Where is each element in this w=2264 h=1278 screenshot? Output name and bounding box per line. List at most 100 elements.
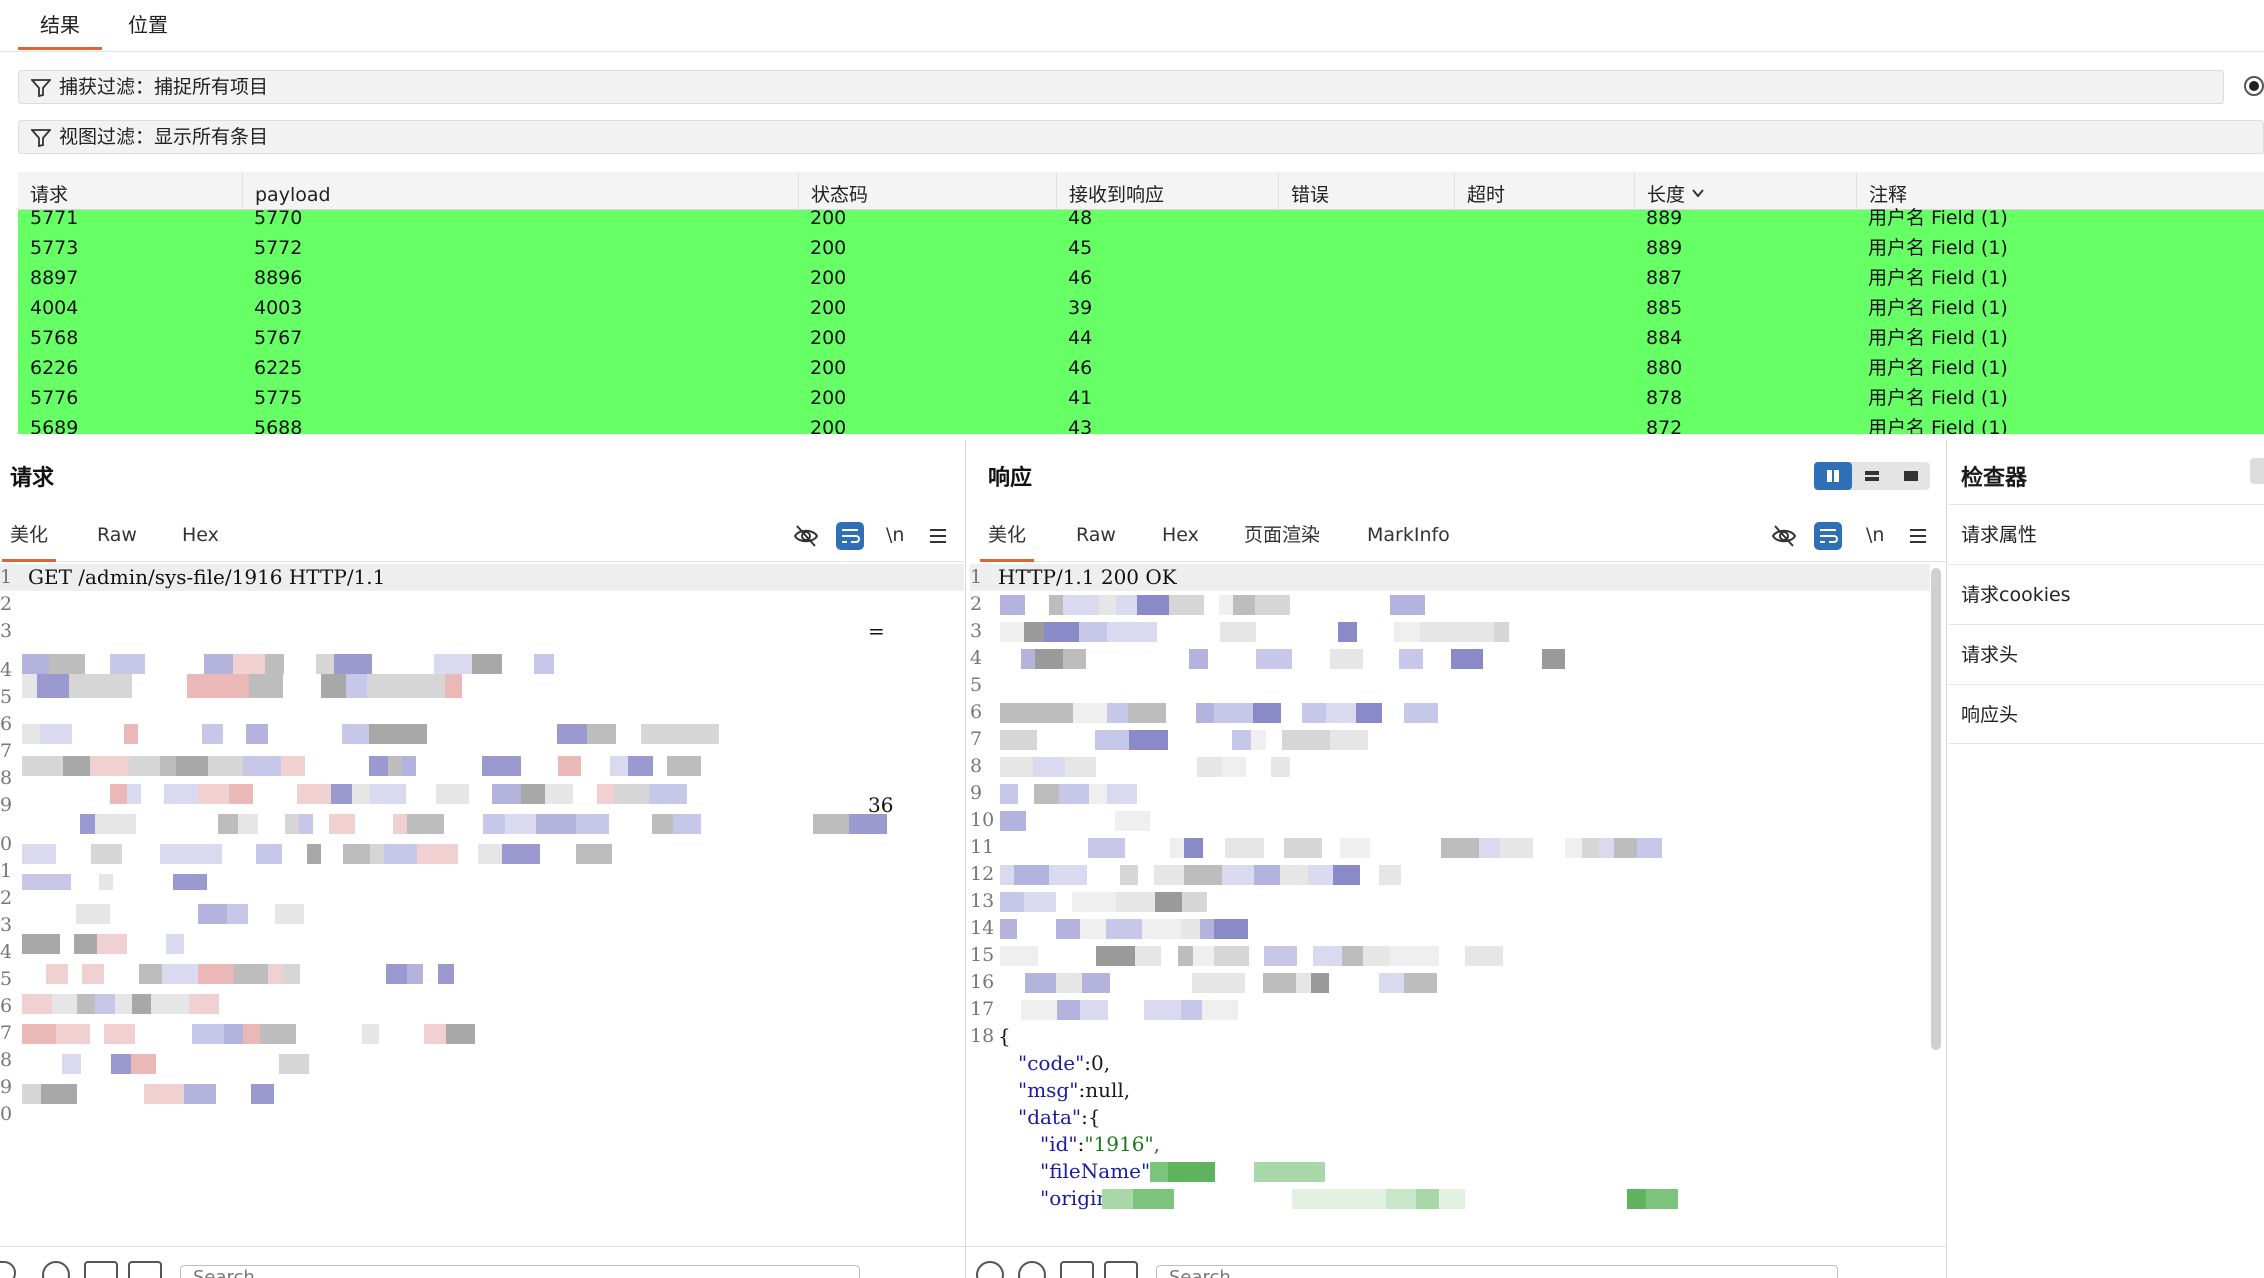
panel-divider[interactable] xyxy=(965,440,966,1278)
eye-off-icon[interactable] xyxy=(792,522,820,550)
request-editor[interactable]: 1 GET /admin/sys-file/1916 HTTP/1.1 2 3 = 4 5 6… xyxy=(0,564,964,1244)
request-search-input[interactable]: Search xyxy=(180,1265,860,1278)
column-header-payload[interactable]: payload xyxy=(242,172,798,210)
table-cell: 5689 xyxy=(30,417,79,435)
gear-icon[interactable] xyxy=(1018,1261,1046,1278)
wrap-lines-icon[interactable] xyxy=(1814,522,1842,550)
code-line: 9 xyxy=(0,1074,964,1101)
column-header-status[interactable]: 状态码 xyxy=(798,172,1084,210)
code-line: 7 xyxy=(0,1020,964,1047)
code-line: 11 xyxy=(970,834,1930,861)
single-view-button[interactable] xyxy=(1892,462,1930,490)
code-line: 0 xyxy=(0,1101,964,1128)
column-header-comment[interactable]: 注释 xyxy=(1856,172,2264,210)
table-cell: 200 xyxy=(810,267,847,289)
menu-icon[interactable] xyxy=(924,522,952,550)
help-icon[interactable] xyxy=(976,1261,1004,1278)
table-row[interactable]: 5768 5767 200 44 884 用户名 Field (1) xyxy=(18,327,2264,360)
gear-icon[interactable] xyxy=(42,1261,70,1278)
line-text: = xyxy=(868,619,885,643)
column-header-request[interactable]: 请求 xyxy=(18,172,242,210)
capture-filter-bar[interactable]: 捕获过滤：捕捉所有项目 xyxy=(18,70,2224,104)
chevron-left-icon[interactable] xyxy=(1060,1261,1094,1278)
tab-results[interactable]: 结果 xyxy=(18,10,102,50)
tab-pretty[interactable]: 美化 xyxy=(2,522,57,562)
inspector-item-request-cookies[interactable]: 请求cookies xyxy=(1948,564,2264,624)
json-line: "original": xyxy=(1040,1185,1144,1212)
tab-pretty[interactable]: 美化 xyxy=(980,522,1035,562)
panel-divider[interactable] xyxy=(1946,440,1947,1278)
response-search-input[interactable]: Search xyxy=(1156,1265,1838,1278)
table-row[interactable]: 5776 5775 200 41 878 用户名 Field (1) xyxy=(18,389,2264,420)
code-line: 5 xyxy=(0,684,964,711)
table-cell xyxy=(1278,240,1290,270)
newline-toggle[interactable]: \n xyxy=(1864,522,1886,562)
chevron-right-icon[interactable] xyxy=(128,1261,162,1278)
help-icon[interactable] xyxy=(0,1261,16,1278)
table-cell: 885 xyxy=(1646,297,1683,319)
tab-raw[interactable]: Raw xyxy=(1074,522,1118,562)
code-line: 5 xyxy=(970,672,1930,699)
inspector-item-response-headers[interactable]: 响应头 xyxy=(1948,684,2264,744)
tab-raw[interactable]: Raw xyxy=(95,522,139,562)
line-number: 7 xyxy=(970,728,983,750)
json-line: "fileName": xyxy=(1040,1158,1157,1185)
newline-toggle[interactable]: \n xyxy=(884,522,906,562)
capture-filter-label: 捕获过滤：捕捉所有项目 xyxy=(59,76,269,98)
view-filter-bar[interactable]: 视图过滤：显示所有条目 xyxy=(18,120,2264,154)
length-header-label: 长度 xyxy=(1647,184,1686,206)
chevron-right-icon[interactable] xyxy=(1104,1261,1138,1278)
table-cell: 200 xyxy=(810,297,847,319)
line-number: 9 xyxy=(0,1076,13,1098)
code-line: 5 xyxy=(0,966,964,993)
capture-toggle[interactable] xyxy=(2244,76,2264,96)
table-cell xyxy=(1454,420,1466,434)
table-cell: 48 xyxy=(1068,207,1093,229)
response-editor[interactable]: 1 HTTP/1.1 200 OK 2 3 4 5 6 7 8 9 10 11 12 13 14 15 16 17… xyxy=(970,564,1930,1244)
json-value: : xyxy=(1136,1186,1144,1210)
line-number: 6 xyxy=(0,995,13,1017)
inspector-item-request-attributes[interactable]: 请求属性 xyxy=(1948,504,2264,564)
table-row[interactable]: 5689 5688 200 43 872 用户名 Field (1) xyxy=(18,417,2264,435)
table-row[interactable]: 4004 4003 200 39 885 用户名 Field (1) xyxy=(18,297,2264,330)
inspector-item-request-headers[interactable]: 请求头 xyxy=(1948,624,2264,684)
table-row[interactable]: 5773 5772 200 45 889 用户名 Field (1) xyxy=(18,239,2264,270)
line-number: 8 xyxy=(0,767,13,789)
tab-hex[interactable]: Hex xyxy=(1160,522,1201,562)
line-number: 3 xyxy=(0,620,13,642)
line-number: 16 xyxy=(970,971,995,993)
code-line: 1 GET /admin/sys-file/1916 HTTP/1.1 xyxy=(0,564,964,591)
menu-icon[interactable] xyxy=(1904,522,1932,550)
tab-hex[interactable]: Hex xyxy=(180,522,221,562)
table-cell: 5768 xyxy=(30,327,79,349)
stacked-view-button[interactable] xyxy=(1853,462,1891,490)
column-header-error[interactable]: 错误 xyxy=(1278,172,1454,210)
code-line: 1 HTTP/1.1 200 OK xyxy=(970,564,1930,591)
tab-positions[interactable]: 位置 xyxy=(106,10,190,50)
column-header-timeout[interactable]: 超时 xyxy=(1454,172,1634,210)
table-cell xyxy=(1278,270,1290,300)
table-cell: 4004 xyxy=(30,297,79,319)
response-scrollbar[interactable] xyxy=(1931,568,1941,1050)
code-line: 17 xyxy=(970,996,1930,1023)
tab-render[interactable]: 页面渲染 xyxy=(1242,522,1322,562)
code-line: 9 xyxy=(970,780,1930,807)
table-row[interactable]: 8897 8896 200 46 887 用户名 Field (1) xyxy=(18,267,2264,300)
chevron-left-icon[interactable] xyxy=(84,1261,118,1278)
column-header-response-received[interactable]: 接收到响应 xyxy=(1056,172,1278,210)
table-cell: 872 xyxy=(1646,417,1683,435)
inspector-collapse-handle[interactable] xyxy=(2250,458,2264,484)
split-view-button[interactable] xyxy=(1814,462,1852,490)
tab-markinfo[interactable]: MarkInfo xyxy=(1365,522,1452,562)
column-header-length[interactable]: 长度 xyxy=(1634,172,1856,210)
table-cell: 8896 xyxy=(254,267,303,289)
table-cell: 46 xyxy=(1068,267,1093,289)
eye-off-icon[interactable] xyxy=(1770,522,1798,550)
table-cell: 887 xyxy=(1646,267,1683,289)
table-row[interactable]: 5771 5770 200 48 889 用户名 Field (1) xyxy=(18,207,2264,240)
table-row[interactable]: 6226 6225 200 46 880 用户名 Field (1) xyxy=(18,359,2264,390)
line-number: 8 xyxy=(0,1049,13,1071)
wrap-lines-icon[interactable] xyxy=(836,522,864,550)
columns-icon xyxy=(1827,470,1839,482)
line-text: GET /admin/sys-file/1916 HTTP/1.1 xyxy=(28,565,386,589)
